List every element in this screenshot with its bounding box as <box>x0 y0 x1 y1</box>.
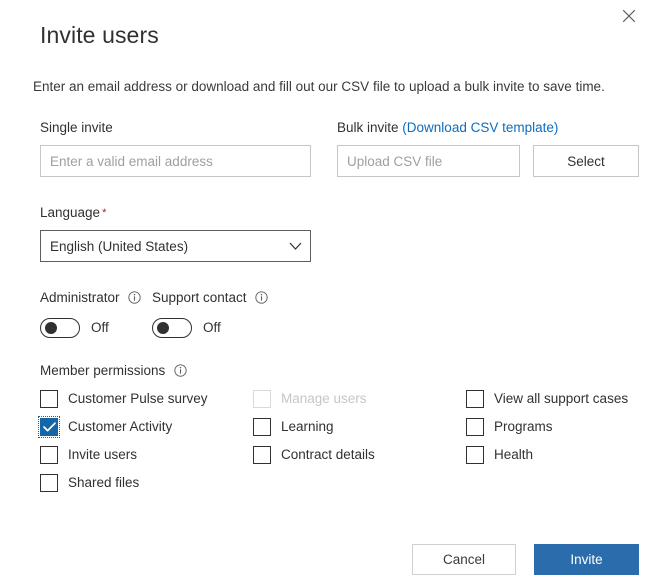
permissions-column-1: Customer Pulse survey Customer Activity In… <box>38 385 208 497</box>
permission-checkbox-item[interactable]: Health <box>466 441 628 469</box>
permission-checkbox-item[interactable]: Invite users <box>40 441 208 469</box>
administrator-toggle[interactable] <box>40 318 80 338</box>
permission-label: Learning <box>281 419 334 434</box>
cancel-button[interactable]: Cancel <box>412 544 516 575</box>
checkbox-icon[interactable] <box>40 446 58 464</box>
checkbox-icon[interactable] <box>40 390 58 408</box>
permission-checkbox-item[interactable]: View all support cases <box>466 385 628 413</box>
support-contact-label-text: Support contact <box>152 290 247 305</box>
permission-checkbox-item[interactable]: Customer Activity <box>38 413 208 441</box>
permission-label: Health <box>494 447 534 462</box>
permission-checkbox-item[interactable]: Contract details <box>253 441 375 469</box>
permission-label: Manage users <box>281 391 367 406</box>
select-file-button[interactable]: Select <box>533 145 639 177</box>
single-invite-email-input[interactable] <box>40 145 311 177</box>
member-permissions-label: Member permissions <box>40 362 187 382</box>
language-label-text: Language <box>40 205 101 220</box>
permission-checkbox-item[interactable]: Learning <box>253 413 375 441</box>
permission-label: Contract details <box>281 447 375 462</box>
single-invite-label: Single invite <box>40 120 113 135</box>
permissions-column-3: View all support cases Programs Health <box>466 385 628 469</box>
support-contact-toggle[interactable] <box>152 318 192 338</box>
checkbox-icon[interactable] <box>40 474 58 492</box>
support-contact-toggle-row: Off <box>152 318 221 338</box>
invite-users-dialog: Invite users Enter an email address or d… <box>0 0 655 588</box>
permission-label: Customer Pulse survey <box>68 391 208 406</box>
checkbox-icon <box>253 390 271 408</box>
administrator-toggle-state: Off <box>91 320 109 335</box>
support-contact-label: Support contact <box>152 289 268 309</box>
permission-label: Programs <box>494 419 553 434</box>
permission-checkbox-item[interactable]: Shared files <box>40 469 208 497</box>
permission-checkbox-item[interactable]: Customer Pulse survey <box>40 385 208 413</box>
language-select[interactable]: English (United States) <box>40 230 311 262</box>
bulk-invite-file-input[interactable] <box>337 145 520 177</box>
permission-label: Customer Activity <box>68 419 173 434</box>
support-contact-toggle-state: Off <box>203 320 221 335</box>
permission-label: Shared files <box>68 475 140 490</box>
checkbox-icon[interactable] <box>466 390 484 408</box>
administrator-label: Administrator <box>40 289 141 309</box>
permission-checkbox-item: Manage users <box>253 385 375 413</box>
required-asterisk: * <box>102 207 107 219</box>
language-selected-value: English (United States) <box>50 238 189 254</box>
checkbox-checked-icon[interactable] <box>38 416 60 438</box>
close-button[interactable] <box>609 0 649 32</box>
close-icon <box>622 9 636 23</box>
info-icon[interactable] <box>174 364 187 382</box>
checkbox-icon[interactable] <box>253 446 271 464</box>
language-label: Language * <box>40 204 106 222</box>
bulk-invite-label: Bulk invite (Download CSV template) <box>337 119 558 137</box>
toggle-knob <box>157 322 169 334</box>
info-icon[interactable] <box>255 291 268 309</box>
member-permissions-label-text: Member permissions <box>40 363 166 378</box>
invite-button[interactable]: Invite <box>534 544 639 575</box>
download-csv-template-link[interactable]: (Download CSV template) <box>402 120 558 135</box>
permissions-column-2: Manage users Learning Contract details <box>253 385 375 469</box>
checkbox-icon[interactable] <box>466 418 484 436</box>
permission-checkbox-item[interactable]: Programs <box>466 413 628 441</box>
administrator-label-text: Administrator <box>40 290 120 305</box>
bulk-invite-label-text: Bulk invite <box>337 120 399 135</box>
dialog-description: Enter an email address or download and f… <box>33 79 605 94</box>
page-title: Invite users <box>40 22 159 48</box>
checkbox-icon[interactable] <box>253 418 271 436</box>
chevron-down-icon <box>280 242 310 251</box>
permission-label: View all support cases <box>494 391 629 406</box>
info-icon[interactable] <box>128 291 141 309</box>
toggle-knob <box>45 322 57 334</box>
administrator-toggle-row: Off <box>40 318 109 338</box>
checkbox-icon[interactable] <box>466 446 484 464</box>
permission-label: Invite users <box>68 447 138 462</box>
